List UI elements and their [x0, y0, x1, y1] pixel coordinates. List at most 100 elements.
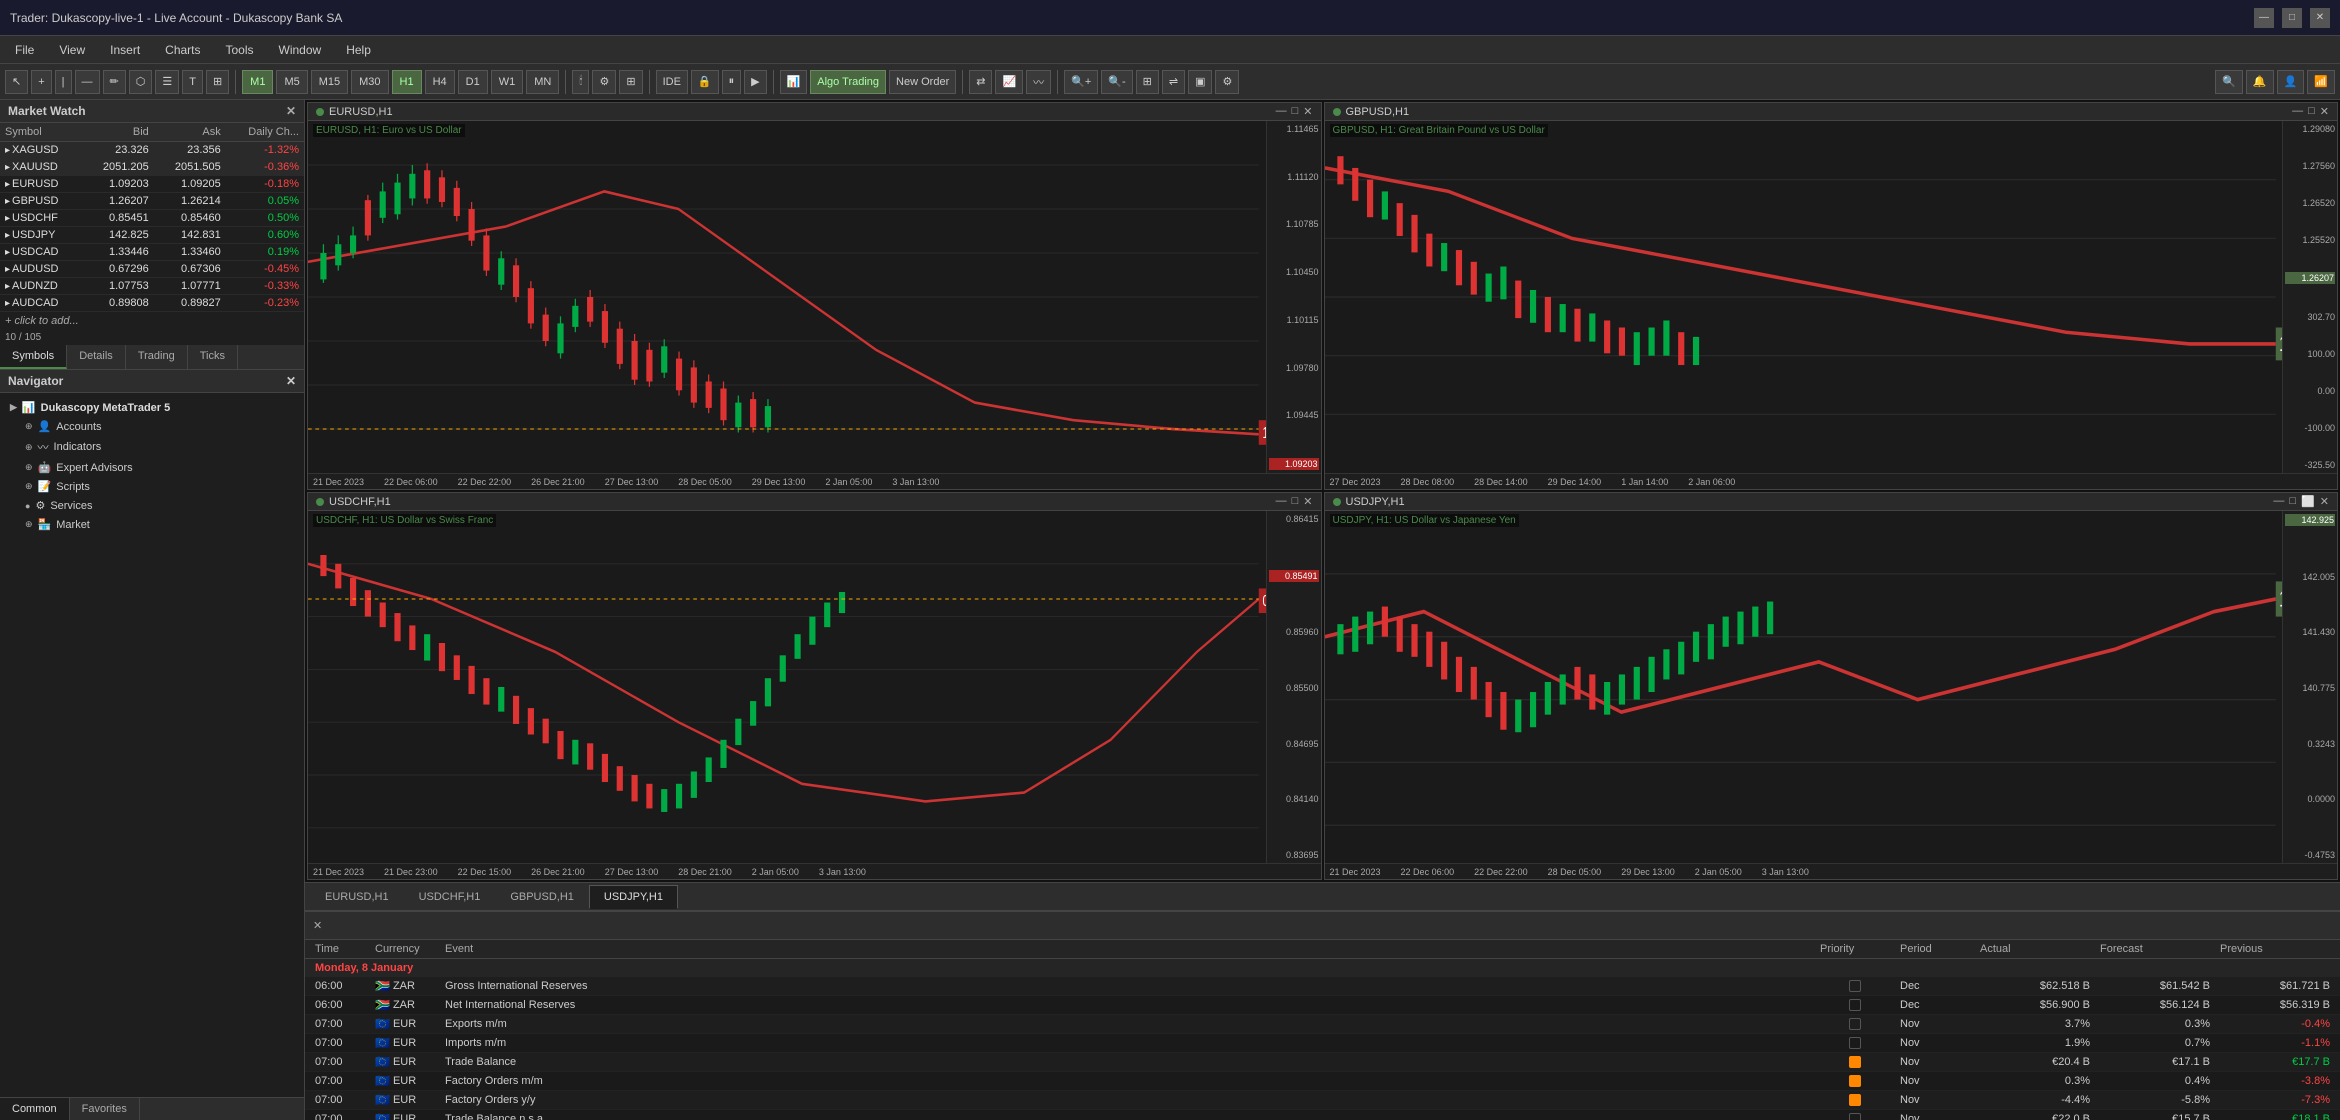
nav-item-mt5[interactable]: ▶ 📊 Dukascopy MetaTrader 5 — [5, 398, 299, 417]
chart-gbpusd-maximize[interactable]: □ — [2308, 105, 2315, 118]
chart-tab-usdjpy[interactable]: USDJPY,H1 — [589, 885, 678, 909]
chart-usdchf-close[interactable]: ✕ — [1303, 495, 1312, 508]
nav-tab-favorites[interactable]: Favorites — [70, 1098, 140, 1120]
mw-col-ask[interactable]: Ask — [154, 123, 226, 142]
toolbar-pause[interactable]: ⏸ — [722, 70, 742, 94]
toolbar-play[interactable]: ▶ — [744, 70, 766, 94]
close-button[interactable]: ✕ — [2310, 8, 2330, 28]
market-watch-row-audusd[interactable]: ▸AUDUSD 0.67296 0.67306 -0.45% — [0, 261, 304, 278]
timeframe-h4[interactable]: H4 — [425, 70, 455, 94]
menu-window[interactable]: Window — [269, 40, 332, 60]
chart-usdjpy-maximize[interactable]: ⬜ — [2301, 495, 2315, 508]
menu-help[interactable]: Help — [336, 40, 381, 60]
toolbar-new-order[interactable]: New Order — [889, 70, 956, 94]
toolbar-notif[interactable]: 🔔 — [2246, 70, 2274, 94]
col-previous[interactable]: Previous — [2215, 943, 2335, 955]
market-watch-row-usdchf[interactable]: ▸USDCHF 0.85451 0.85460 0.50% — [0, 210, 304, 227]
toolbar-zoom-in[interactable]: 🔍+ — [1064, 70, 1098, 94]
chart-eurusd-minimize[interactable]: — — [1276, 105, 1287, 118]
mw-col-bid[interactable]: Bid — [82, 123, 154, 142]
nav-item-market[interactable]: ⊕ 🏪 Market — [5, 515, 299, 534]
timeframe-m1[interactable]: M1 — [242, 70, 273, 94]
toolbar-chart-settings[interactable]: ⚙ — [592, 70, 616, 94]
col-forecast[interactable]: Forecast — [2095, 943, 2215, 955]
toolbar-search[interactable]: 🔍 — [2215, 70, 2243, 94]
market-watch-row-usdjpy[interactable]: ▸USDJPY 142.825 142.831 0.60% — [0, 227, 304, 244]
market-watch-row-xagusd[interactable]: ▸XAGUSD 23.326 23.356 -1.32% — [0, 142, 304, 159]
toolbar-shapes[interactable]: ⬡ — [129, 70, 153, 94]
toolbar-algo-trading[interactable]: Algo Trading — [810, 70, 886, 94]
chart-tab-usdchf[interactable]: USDCHF,H1 — [404, 885, 496, 909]
tab-details[interactable]: Details — [67, 345, 126, 369]
col-period[interactable]: Period — [1895, 943, 1975, 955]
nav-item-indicators[interactable]: ⊕ 〰 Indicators — [5, 436, 299, 458]
toolbar-arrows[interactable]: ⇄ — [969, 70, 992, 94]
timeframe-m30[interactable]: M30 — [351, 70, 388, 94]
toolbar-settings2[interactable]: ⚙ — [1215, 70, 1239, 94]
chart-usdjpy-body[interactable]: USDJPY, H1: US Dollar vs Japanese Yen — [1325, 511, 2338, 863]
tab-trading[interactable]: Trading — [126, 345, 188, 369]
toolbar-cursor[interactable]: ↖ — [5, 70, 28, 94]
toolbar-objects[interactable]: ⊞ — [206, 70, 229, 94]
toolbar-wave[interactable]: 〰 — [1026, 70, 1051, 94]
market-watch-add-row[interactable]: + click to add... — [0, 312, 304, 330]
chart-gbpusd-body[interactable]: GBPUSD, H1: Great Britain Pound vs US Do… — [1325, 121, 2338, 473]
event-row-4[interactable]: 07:00 🇪🇺 EUR Trade Balance Nov €20.4 B €… — [305, 1053, 2340, 1072]
col-actual[interactable]: Actual — [1975, 943, 2095, 955]
chart-eurusd-body[interactable]: EURUSD, H1: Euro vs US Dollar — [308, 121, 1321, 473]
mw-col-symbol[interactable]: Symbol — [0, 123, 82, 142]
toolbar-line[interactable]: — — [75, 70, 100, 94]
timeframe-m5[interactable]: M5 — [276, 70, 307, 94]
toolbar-lock[interactable]: 🔒 — [691, 70, 719, 94]
chart-usdjpy-minimize[interactable]: — — [2273, 495, 2284, 508]
market-watch-row-audcad[interactable]: ▸AUDCAD 0.89808 0.89827 -0.23% — [0, 295, 304, 312]
minimize-button[interactable]: — — [2254, 8, 2274, 28]
market-watch-close-button[interactable]: ✕ — [286, 104, 296, 118]
col-currency[interactable]: Currency — [370, 943, 440, 955]
timeframe-mn[interactable]: MN — [526, 70, 559, 94]
market-watch-row-gbpusd[interactable]: ▸GBPUSD 1.26207 1.26214 0.05% — [0, 193, 304, 210]
event-row-6[interactable]: 07:00 🇪🇺 EUR Factory Orders y/y Nov -4.4… — [305, 1091, 2340, 1110]
events-close-button[interactable]: ✕ — [305, 919, 330, 932]
toolbar-chart-icon[interactable]: 📊 — [780, 70, 808, 94]
tab-symbols[interactable]: Symbols — [0, 345, 67, 369]
toolbar-account[interactable]: 👤 — [2277, 70, 2305, 94]
chart-gbpusd-minimize[interactable]: — — [2292, 105, 2303, 118]
menu-file[interactable]: File — [5, 40, 44, 60]
menu-tools[interactable]: Tools — [216, 40, 264, 60]
chart-tab-gbpusd[interactable]: GBPUSD,H1 — [495, 885, 589, 909]
event-row-0[interactable]: 06:00 🇿🇦 ZAR Gross International Reserve… — [305, 977, 2340, 996]
nav-item-expert-advisors[interactable]: ⊕ 🤖 Expert Advisors — [5, 458, 299, 477]
toolbar-grid2[interactable]: ⊞ — [1136, 70, 1159, 94]
timeframe-w1[interactable]: W1 — [491, 70, 524, 94]
maximize-button[interactable]: □ — [2282, 8, 2302, 28]
nav-item-scripts[interactable]: ⊕ 📝 Scripts — [5, 477, 299, 496]
toolbar-text-t[interactable]: T — [182, 70, 203, 94]
col-event[interactable]: Event — [440, 943, 1815, 955]
toolbar-grid[interactable]: ⊞ — [619, 70, 642, 94]
toolbar-zoom-out[interactable]: 🔍- — [1101, 70, 1132, 94]
chart-eurusd-maximize[interactable]: □ — [1292, 105, 1299, 118]
tab-ticks[interactable]: Ticks — [188, 345, 238, 369]
market-watch-row-usdcad[interactable]: ▸USDCAD 1.33446 1.33460 0.19% — [0, 244, 304, 261]
toolbar-sync[interactable]: ⇌ — [1162, 70, 1185, 94]
menu-insert[interactable]: Insert — [100, 40, 150, 60]
navigator-close-button[interactable]: ✕ — [286, 374, 296, 388]
toolbar-ohlc[interactable]: 📈 — [995, 70, 1023, 94]
market-watch-row-audnzd[interactable]: ▸AUDNZD 1.07753 1.07771 -0.33% — [0, 278, 304, 295]
event-row-7[interactable]: 07:00 🇪🇺 EUR Trade Balance n.s.a. Nov €2… — [305, 1110, 2340, 1120]
event-row-2[interactable]: 07:00 🇪🇺 EUR Exports m/m Nov 3.7% 0.3% -… — [305, 1015, 2340, 1034]
nav-tab-common[interactable]: Common — [0, 1098, 70, 1120]
toolbar-ide[interactable]: IDE — [656, 70, 688, 94]
market-watch-row-xauusd[interactable]: ▸XAUUSD 2051.205 2051.505 -0.36% — [0, 159, 304, 176]
chart-usdjpy-close[interactable]: ✕ — [2320, 495, 2329, 508]
toolbar-vertical-line[interactable]: | — [55, 70, 72, 94]
col-time[interactable]: Time — [310, 943, 370, 955]
event-row-3[interactable]: 07:00 🇪🇺 EUR Imports m/m Nov 1.9% 0.7% -… — [305, 1034, 2340, 1053]
event-row-1[interactable]: 06:00 🇿🇦 ZAR Net International Reserves … — [305, 996, 2340, 1015]
timeframe-h1[interactable]: H1 — [392, 70, 422, 94]
chart-gbpusd-close[interactable]: ✕ — [2320, 105, 2329, 118]
timeframe-m15[interactable]: M15 — [311, 70, 348, 94]
menu-charts[interactable]: Charts — [155, 40, 210, 60]
toolbar-vol[interactable]: ▣ — [1188, 70, 1212, 94]
